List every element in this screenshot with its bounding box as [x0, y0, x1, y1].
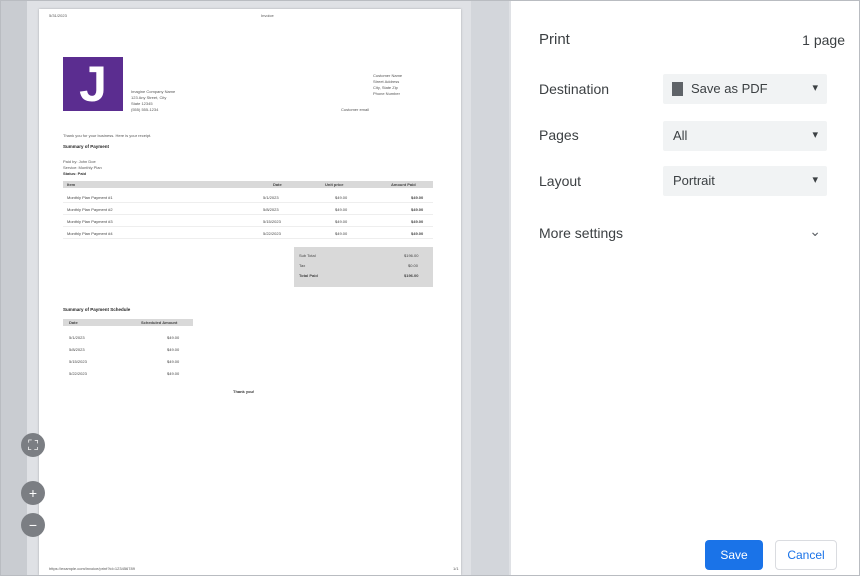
pdf-file-icon [672, 82, 683, 96]
chevron-down-icon[interactable]: ⌄ [809, 223, 821, 240]
sched-row-amount: $49.00 [167, 347, 180, 352]
company-logo: J [63, 57, 123, 111]
zoom-in-icon[interactable]: + [21, 481, 45, 505]
pages-select[interactable]: All ▾ [663, 121, 827, 151]
chevron-down-icon: ▾ [812, 174, 818, 186]
sched-row-date: 5/15/2023 [69, 359, 87, 364]
row-item: Monthly Plan Payment #4 [67, 231, 113, 236]
zoom-out-icon[interactable]: − [21, 513, 45, 537]
pages-label: Pages [539, 127, 579, 143]
row-amount: $49.00 [411, 219, 424, 224]
footer-page: 1/1 [453, 566, 459, 571]
company-line-2: 123 Any Street, City [131, 95, 167, 100]
destination-select[interactable]: Save as PDF ▾ [663, 74, 827, 104]
payment-table-header: Item Date Unit price Amount Paid [63, 181, 433, 188]
sched-row-date: 5/1/2023 [69, 335, 85, 340]
row-amount: $49.00 [411, 195, 424, 200]
row-unit-price: $49.00 [335, 219, 348, 224]
col-date: Date [273, 182, 282, 187]
thank-you: Thank you! [233, 389, 255, 394]
summary-heading: Summary of Payment [63, 144, 110, 149]
row-unit-price: $49.00 [335, 207, 348, 212]
destination-value: Save as PDF [691, 81, 768, 96]
totals-box: Sub Total $196.00 Tax $0.00 Total Paid $… [294, 247, 433, 287]
col-amount-paid: Amount Paid [391, 182, 416, 187]
fit-to-page-icon[interactable]: ⛶ [21, 433, 45, 457]
print-title: Print [539, 31, 570, 48]
footer-url: https://example.com/invoice/print?id=123… [49, 566, 135, 571]
col-item: Item [67, 182, 76, 187]
row-date: 5/15/2023 [263, 219, 281, 224]
sched-row-date: 5/8/2023 [69, 347, 85, 352]
destination-label: Destination [539, 81, 610, 97]
preview-right-margin [471, 1, 509, 575]
bill-to-line-5: Customer email [341, 107, 370, 112]
total-label: Total Paid [299, 273, 318, 278]
layout-label: Layout [539, 173, 582, 189]
bill-to-line-1: Customer Name [373, 73, 403, 78]
cancel-button[interactable]: Cancel [775, 540, 837, 570]
row-date: 5/1/2023 [263, 195, 279, 200]
layout-value: Portrait [673, 173, 715, 188]
row-item: Monthly Plan Payment #1 [67, 195, 113, 200]
summary-sub-1: Paid by: John Doe [63, 159, 96, 164]
sched-row-amount: $49.00 [167, 335, 180, 340]
print-dialog: 5/31/2023 Invoice J Imagine Company Name… [0, 0, 860, 576]
schedule-heading: Summary of Payment Schedule [63, 307, 131, 312]
company-line-1: Imagine Company Name [131, 89, 176, 94]
row-date: 5/22/2023 [263, 231, 281, 236]
bill-to-line-4: Phone Number [373, 91, 400, 96]
logo-letter: J [79, 56, 107, 112]
subtotal-value: $196.00 [404, 253, 419, 258]
schedule-table-header: Date Scheduled Amount [63, 319, 193, 326]
table-row: Monthly Plan Payment #3 5/15/2023 $49.00… [63, 217, 433, 227]
sched-row-amount: $49.00 [167, 371, 180, 376]
total-value: $196.00 [404, 273, 419, 278]
company-line-4: (555) 555-1234 [131, 107, 159, 112]
col-unit-price: Unit price [325, 182, 344, 187]
row-item: Monthly Plan Payment #2 [67, 207, 113, 212]
sched-row-amount: $49.00 [167, 359, 180, 364]
table-row: Monthly Plan Payment #2 5/8/2023 $49.00 … [63, 205, 433, 215]
chevron-down-icon: ▾ [812, 129, 818, 141]
header-title: Invoice [261, 13, 274, 18]
chevron-down-icon: ▾ [812, 82, 818, 94]
summary-sub-3: Status: Paid [63, 171, 87, 176]
row-unit-price: $49.00 [335, 195, 348, 200]
bill-to-line-2: Street Address [373, 79, 400, 84]
row-amount: $49.00 [411, 207, 424, 212]
layout-select[interactable]: Portrait ▾ [663, 166, 827, 196]
subtotal-label: Sub Total [299, 253, 316, 258]
tax-value: $0.00 [408, 263, 419, 268]
row-date: 5/8/2023 [263, 207, 279, 212]
row-item: Monthly Plan Payment #3 [67, 219, 113, 224]
header-date: 5/31/2023 [49, 13, 67, 18]
sched-col-amount: Scheduled Amount [141, 320, 178, 325]
row-unit-price: $49.00 [335, 231, 348, 236]
table-row: Monthly Plan Payment #4 5/22/2023 $49.00… [63, 229, 433, 239]
row-amount: $49.00 [411, 231, 424, 236]
sched-row-date: 5/22/2023 [69, 371, 87, 376]
save-button[interactable]: Save [705, 540, 763, 570]
tax-label: Tax [299, 263, 306, 268]
page-count: 1 page [802, 32, 845, 48]
summary-sub-2: Service: Monthly Plan [63, 165, 102, 170]
company-line-3: State 12345 [131, 101, 153, 106]
intro-line: Thank you for your business. Here is you… [63, 133, 152, 138]
more-settings-toggle[interactable]: More settings [539, 225, 623, 241]
print-settings-panel: Print 1 page Destination Save as PDF ▾ P… [511, 1, 859, 575]
bill-to-line-3: City, State Zip [373, 85, 398, 90]
sched-col-date: Date [69, 320, 78, 325]
table-row: Monthly Plan Payment #1 5/1/2023 $49.00 … [63, 193, 433, 203]
pages-value: All [673, 128, 688, 143]
print-preview-area: 5/31/2023 Invoice J Imagine Company Name… [1, 1, 511, 575]
